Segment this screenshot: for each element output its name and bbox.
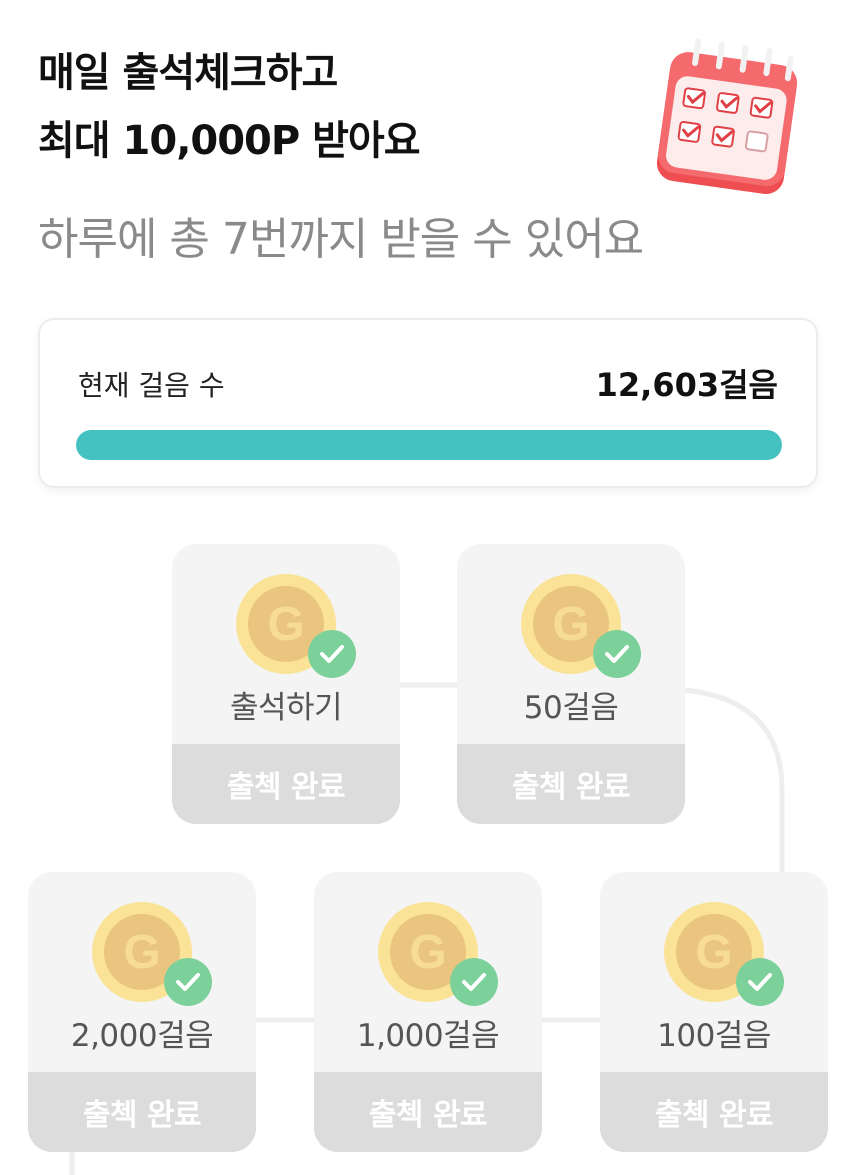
attendance-complete-button[interactable]: 출첵 완료	[172, 744, 400, 824]
reward-card-attendance: G 출석하기 출첵 완료	[172, 544, 400, 824]
reward-label: 50걸음	[523, 690, 619, 726]
check-badge-icon	[164, 958, 212, 1006]
reward-label: 1,000걸음	[356, 1018, 500, 1054]
attendance-complete-button[interactable]: 출첵 완료	[314, 1072, 542, 1152]
reward-card-50-steps: G 50걸음 출첵 완료	[457, 544, 685, 824]
attendance-complete-button[interactable]: 출첵 완료	[600, 1072, 828, 1152]
svg-text:G: G	[552, 598, 589, 651]
reward-label: 100걸음	[657, 1018, 771, 1054]
reward-card-2000-steps: G 2,000걸음 출첵 완료	[28, 872, 256, 1152]
attendance-complete-button[interactable]: 출첵 완료	[28, 1072, 256, 1152]
check-badge-icon	[450, 958, 498, 1006]
reward-label: 출석하기	[229, 690, 343, 726]
svg-text:G: G	[409, 926, 446, 979]
check-badge-icon	[593, 630, 641, 678]
reward-label: 2,000걸음	[70, 1018, 214, 1054]
reward-card-1000-steps: G 1,000걸음 출첵 완료	[314, 872, 542, 1152]
svg-text:G: G	[267, 598, 304, 651]
reward-card-100-steps: G 100걸음 출첵 완료	[600, 872, 828, 1152]
svg-text:G: G	[695, 926, 732, 979]
check-badge-icon	[308, 630, 356, 678]
svg-text:G: G	[123, 926, 160, 979]
attendance-complete-button[interactable]: 출첵 완료	[457, 744, 685, 824]
check-badge-icon	[736, 958, 784, 1006]
